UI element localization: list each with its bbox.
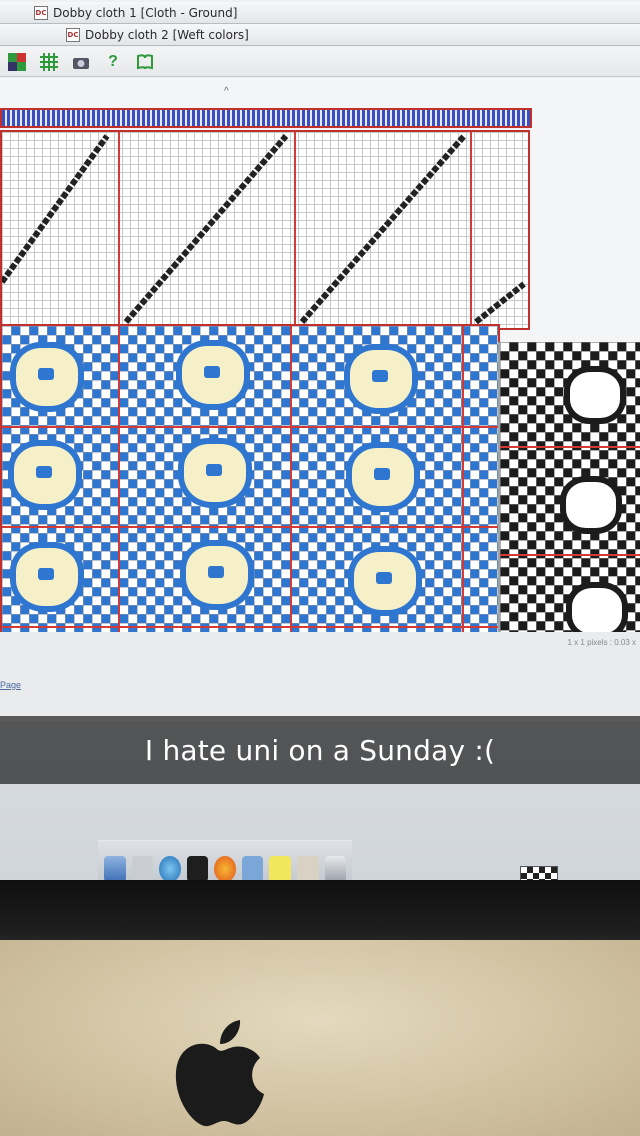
warp-color-strip[interactable]: [0, 108, 532, 128]
preview-motif: [570, 372, 620, 418]
pattern-motif: [14, 446, 76, 504]
trash-icon[interactable]: [324, 856, 347, 882]
pattern-motif: [16, 348, 78, 406]
safari-icon[interactable]: [159, 856, 181, 882]
book-icon[interactable]: [134, 51, 156, 73]
grid-icon[interactable]: [38, 51, 60, 73]
stickies-icon[interactable]: [269, 856, 291, 882]
motif-eye: [208, 566, 224, 578]
motif-eye: [372, 370, 388, 382]
motif-eye: [36, 466, 52, 478]
preview-motif: [566, 482, 616, 528]
window-tab-title: Dobby cloth 1 [Cloth - Ground]: [53, 5, 238, 20]
terminal-icon[interactable]: [186, 856, 209, 882]
repeat-line: [2, 426, 498, 428]
motif-eye: [374, 468, 390, 480]
status-bar: 1 x 1 pixels : 0.03 x Page: [0, 632, 640, 722]
motif-eye: [38, 568, 54, 580]
repeat-line: [2, 526, 498, 528]
document-icon: DC: [66, 27, 80, 42]
pattern-motif: [184, 444, 246, 502]
apple-logo-icon: [175, 1020, 264, 1127]
motif-eye: [376, 572, 392, 584]
pattern-motif: [350, 350, 412, 408]
snap-caption-bar: I hate uni on a Sunday :(: [0, 716, 640, 784]
pattern-motif: [16, 548, 78, 606]
snap-caption-text: I hate uni on a Sunday :(: [144, 733, 496, 767]
palette-icon[interactable]: [6, 51, 28, 73]
window-tab-dobby-cloth-1[interactable]: DC Dobby cloth 1 [Cloth - Ground]: [0, 2, 640, 24]
threading-grid[interactable]: [0, 130, 530, 330]
window-tab-dobby-cloth-2[interactable]: DC Dobby cloth 2 [Weft colors]: [0, 24, 640, 46]
draft-canvas[interactable]: ^: [0, 78, 640, 718]
scroll-up-icon[interactable]: ^: [224, 86, 229, 97]
firefox-icon[interactable]: [214, 856, 236, 882]
app-icon[interactable]: [131, 856, 154, 882]
repeat-line: [500, 446, 640, 448]
pattern-motif: [354, 552, 416, 610]
threading-diagonals: [2, 134, 526, 325]
finder-icon[interactable]: [104, 856, 126, 882]
monitor-chin: [0, 940, 640, 1136]
help-icon-glyph: ?: [108, 52, 118, 70]
camera-icon[interactable]: [70, 51, 92, 73]
pattern-motif: [182, 346, 244, 404]
pattern-motif: [186, 546, 248, 604]
motif-eye: [206, 464, 222, 476]
motif-eye: [38, 368, 54, 380]
toolbar: ?: [0, 47, 640, 77]
folder-icon[interactable]: [241, 856, 264, 882]
zoom-readout: 1 x 1 pixels : 0.03 x: [567, 638, 636, 647]
preview-motif: [572, 588, 622, 634]
document-icon: DC: [34, 5, 48, 20]
help-icon[interactable]: ?: [102, 51, 124, 73]
preview-icon[interactable]: [296, 856, 319, 882]
pattern-motif: [352, 448, 414, 506]
repeat-line: [2, 626, 498, 628]
motif-eye: [204, 366, 220, 378]
window-tab-title: Dobby cloth 2 [Weft colors]: [85, 27, 249, 42]
repeat-line: [500, 554, 640, 556]
page-link[interactable]: Page: [0, 680, 21, 690]
